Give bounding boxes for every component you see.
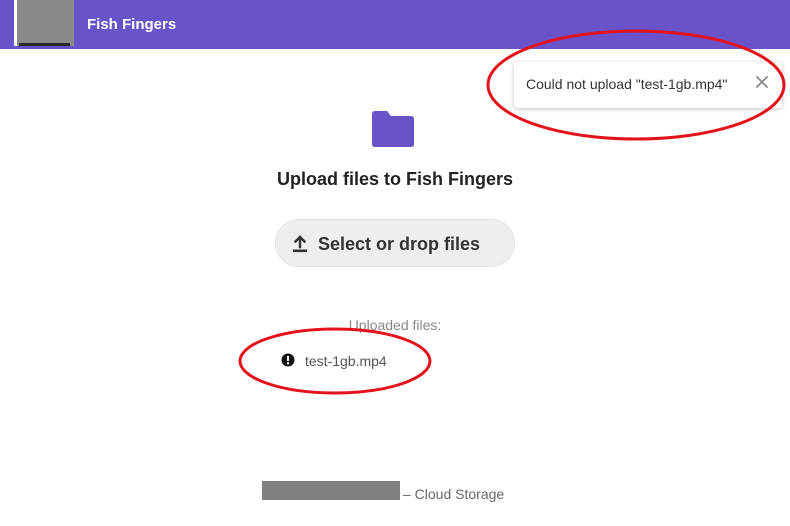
app-logo[interactable] bbox=[14, 0, 74, 46]
file-name: test-1gb.mp4 bbox=[305, 353, 387, 369]
error-icon bbox=[281, 353, 295, 372]
top-bar: Fish Fingers bbox=[0, 0, 790, 49]
folder-icon bbox=[372, 111, 414, 152]
select-files-label: Select or drop files bbox=[318, 234, 481, 254]
upload-title: Upload files to Fish Fingers bbox=[276, 169, 514, 189]
uploaded-files-label: Uploaded files: bbox=[348, 317, 442, 333]
redacted-block bbox=[262, 481, 400, 500]
upload-icon bbox=[292, 235, 308, 258]
close-icon[interactable] bbox=[752, 72, 772, 92]
select-files-button[interactable]: Select or drop files bbox=[275, 219, 515, 267]
error-toast: Could not upload "test-1gb.mp4" bbox=[514, 62, 782, 108]
app-title[interactable]: Fish Fingers bbox=[87, 16, 176, 33]
footer-text: – Cloud Storage bbox=[403, 486, 505, 502]
toast-message: Could not upload "test-1gb.mp4" bbox=[526, 76, 728, 92]
